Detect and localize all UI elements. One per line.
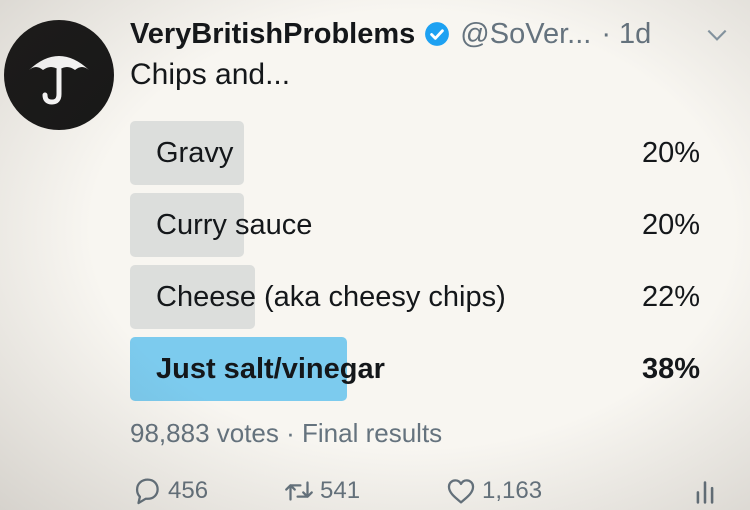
poll-option-percent: 20% bbox=[641, 137, 700, 169]
poll-option-winner: Just salt/vinegar 38% bbox=[130, 337, 700, 401]
like-count: 1,163 bbox=[482, 477, 543, 504]
like-button[interactable]: 1,163 bbox=[444, 474, 542, 508]
chevron-down-icon[interactable] bbox=[704, 22, 730, 48]
poll-vote-count: 98,883 votes bbox=[130, 418, 279, 448]
tweet-timestamp[interactable]: · 1d bbox=[601, 18, 651, 51]
retweet-button[interactable]: 541 bbox=[282, 474, 360, 508]
poll-option-label: Cheese (aka cheesy chips) bbox=[156, 281, 506, 313]
user-handle[interactable]: @SoVer... bbox=[460, 18, 591, 51]
retweet-count: 541 bbox=[320, 477, 361, 504]
poll-option-percent: 20% bbox=[641, 209, 700, 241]
poll-option: Curry sauce 20% bbox=[130, 193, 700, 257]
analytics-icon bbox=[696, 481, 714, 504]
tweet-actions: 456 541 1,163 bbox=[130, 474, 720, 510]
poll-status: · Final results bbox=[286, 418, 443, 448]
display-name[interactable]: VeryBritishProblems bbox=[130, 18, 415, 51]
tweet-header: VeryBritishProblems @SoVer... · 1d bbox=[130, 14, 730, 54]
reply-icon bbox=[135, 478, 159, 505]
reply-button[interactable]: 456 bbox=[130, 474, 208, 508]
retweet-icon bbox=[285, 481, 313, 501]
avatar[interactable] bbox=[4, 20, 114, 130]
poll-option: Gravy 20% bbox=[130, 121, 700, 185]
poll: Gravy 20% Curry sauce 20% Cheese (aka ch… bbox=[130, 121, 700, 409]
poll-option-label: Just salt/vinegar bbox=[156, 353, 385, 385]
verified-badge-icon bbox=[425, 22, 450, 46]
analytics-button[interactable] bbox=[688, 474, 722, 508]
poll-option: Cheese (aka cheesy chips) 22% bbox=[130, 265, 700, 329]
poll-option-label: Curry sauce bbox=[156, 209, 313, 241]
poll-option-percent: 22% bbox=[641, 281, 700, 313]
umbrella-logo-icon bbox=[29, 56, 89, 105]
poll-meta: 98,883 votes · Final results bbox=[130, 418, 442, 449]
tweet-text: Chips and... bbox=[130, 58, 291, 91]
poll-option-label: Gravy bbox=[156, 137, 234, 169]
like-icon bbox=[447, 479, 475, 504]
poll-option-percent: 38% bbox=[641, 353, 700, 385]
reply-count: 456 bbox=[168, 477, 209, 504]
